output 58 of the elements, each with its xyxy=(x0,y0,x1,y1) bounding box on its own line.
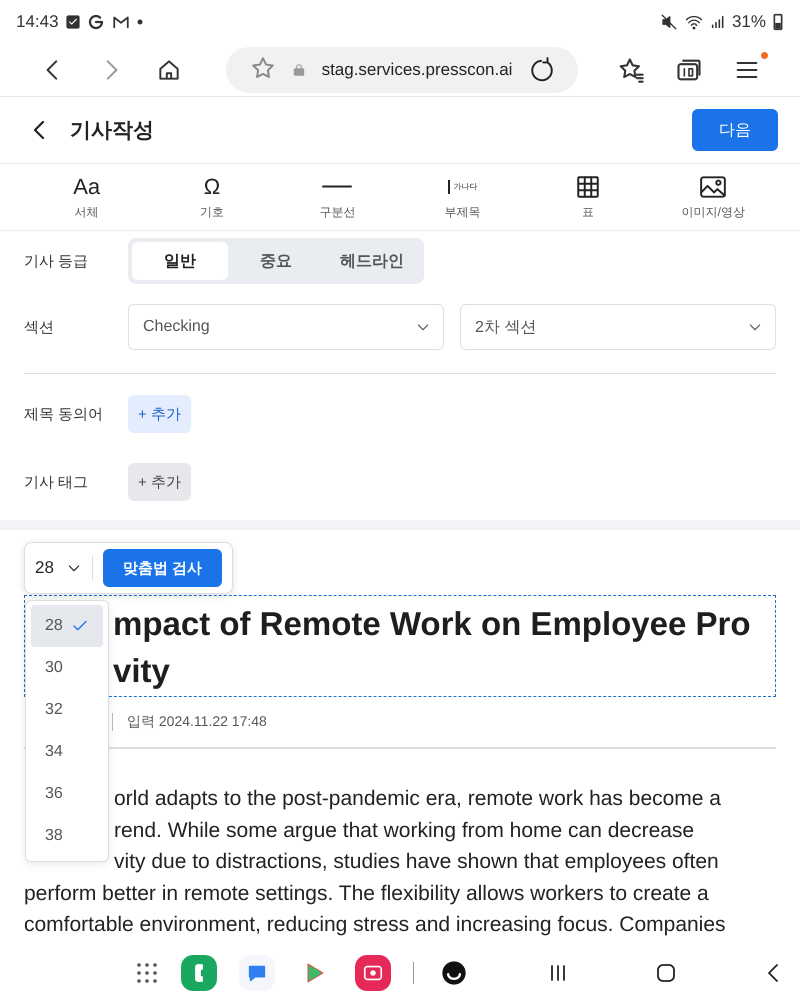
battery-icon xyxy=(772,12,784,32)
font-glyph: Aa xyxy=(73,174,100,200)
signal-icon xyxy=(710,14,726,30)
clock: 14:43 xyxy=(16,12,59,32)
field-label: 섹션 xyxy=(24,318,55,336)
wifi-icon xyxy=(684,13,704,31)
text-cursor-icon xyxy=(448,180,450,194)
grade-option[interactable]: 중요 xyxy=(228,242,324,280)
grade-option[interactable]: 일반 xyxy=(132,242,228,280)
messages-app-icon[interactable] xyxy=(238,955,274,991)
next-button[interactable]: 다음 xyxy=(692,109,778,151)
app-drawer-icon[interactable] xyxy=(134,961,158,985)
checkbox-notification-icon xyxy=(64,14,81,30)
omega-glyph: Ω xyxy=(204,174,220,200)
phone-app-icon[interactable] xyxy=(180,955,216,991)
picture-icon xyxy=(699,174,728,200)
title-line: vity xyxy=(113,651,171,691)
add-button[interactable]: + 추가 xyxy=(128,463,191,501)
body-text-line: rend. While some argue that working from home can decrease xyxy=(114,818,694,844)
section-dropdown[interactable]: Checking xyxy=(128,304,444,350)
grid-icon xyxy=(574,174,601,200)
toolbar-button[interactable]: 이미지/영상 xyxy=(650,164,776,230)
body-text-line: perform better in remote settings. The flexibility allows workers to create a xyxy=(24,880,709,906)
toolbar-button[interactable]: Ω 기호 xyxy=(149,164,275,230)
field-label: 제목 동의어 xyxy=(24,404,104,424)
byline: 입력 2024.11.22 17:48 xyxy=(127,713,267,731)
dot-icon xyxy=(136,19,143,25)
body-text-line: orld adapts to the post-pandemic era, remote work has become a xyxy=(114,786,721,812)
lock-icon xyxy=(292,62,306,78)
battery-percent: 31% xyxy=(732,12,766,32)
field-label: 기사 태그 xyxy=(24,472,90,492)
phone-glyph-icon xyxy=(194,964,202,982)
toolbar-button[interactable]: 구분선 xyxy=(274,164,400,230)
muted-speaker-icon xyxy=(660,13,678,31)
spell-check-button[interactable]: 맞춤법 검사 xyxy=(102,549,222,587)
title-line: mpact of Remote Work on Employee Pro xyxy=(113,604,752,644)
address-bar[interactable]: stag.services.presscon.ai xyxy=(226,47,578,93)
g-letter-icon xyxy=(86,13,105,31)
toolbar-button[interactable]: 가나다 부제목 xyxy=(400,164,526,230)
add-button[interactable]: + 추가 xyxy=(128,395,191,433)
toolbar-button[interactable]: Aa 서체 xyxy=(24,164,150,230)
menu-item[interactable]: 28 xyxy=(31,605,103,647)
url-text: stag.services.presscon.ai xyxy=(322,60,512,80)
body-text-line: comfortable environment, reducing stress and increasing focus. Companies xyxy=(24,912,726,938)
grade-option[interactable]: 헤드라인 xyxy=(324,242,420,280)
toolbar-button[interactable]: 표 xyxy=(525,164,651,230)
bookmarks-icon[interactable] xyxy=(617,56,646,84)
star-icon[interactable] xyxy=(250,54,276,80)
notification-dot xyxy=(761,52,768,59)
field-label: 기사 등급 xyxy=(24,252,90,270)
horizontal-line-icon xyxy=(322,185,352,188)
camera-app-icon[interactable] xyxy=(354,955,390,991)
body-text-line: vity due to distractions, studies have shown that employees often xyxy=(114,849,719,875)
sample-text: 가나다 xyxy=(454,181,478,192)
smile-face-icon xyxy=(440,959,468,987)
font-size-dropdown[interactable]: 28 xyxy=(35,558,82,578)
subsection-dropdown[interactable]: 2차 섹션 xyxy=(460,304,776,350)
page-title: 기사작성 xyxy=(70,118,155,144)
